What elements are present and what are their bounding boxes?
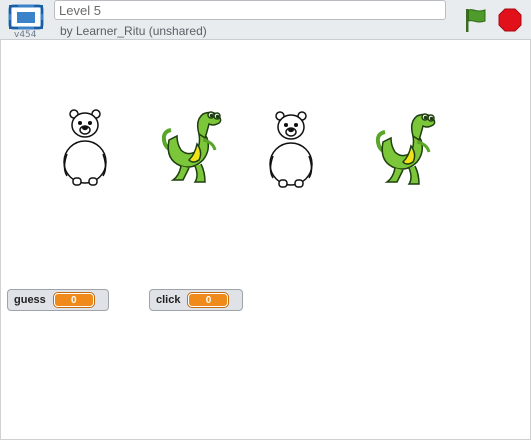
version-label: v454	[14, 30, 37, 40]
project-byline: by Learner_Ritu (unshared)	[60, 24, 207, 38]
variable-monitor-click[interactable]: click 0	[149, 289, 243, 311]
polar-bear-sprite[interactable]	[265, 110, 317, 190]
stage[interactable]: guess 0 click 0	[0, 40, 531, 440]
monitor-label: click	[156, 294, 181, 306]
monitor-label: guess	[14, 294, 46, 306]
stop-sign-icon[interactable]	[498, 8, 522, 32]
dinosaur-sprite[interactable]	[373, 112, 439, 188]
dinosaur-icon	[161, 111, 222, 183]
monitor-value: 0	[53, 293, 94, 307]
polar-bear-icon	[63, 109, 107, 186]
polar-bear-sprite[interactable]	[59, 108, 111, 188]
polar-bear-icon	[269, 111, 313, 188]
green-flag-icon[interactable]	[462, 7, 488, 33]
dinosaur-sprite[interactable]	[159, 110, 225, 186]
monitor-value: 0	[188, 293, 229, 307]
variable-monitor-guess[interactable]: guess 0	[7, 289, 109, 311]
player-header: v454 by Learner_Ritu (unshared)	[0, 0, 531, 40]
project-title-input[interactable]	[54, 0, 446, 20]
dinosaur-icon	[375, 113, 436, 185]
